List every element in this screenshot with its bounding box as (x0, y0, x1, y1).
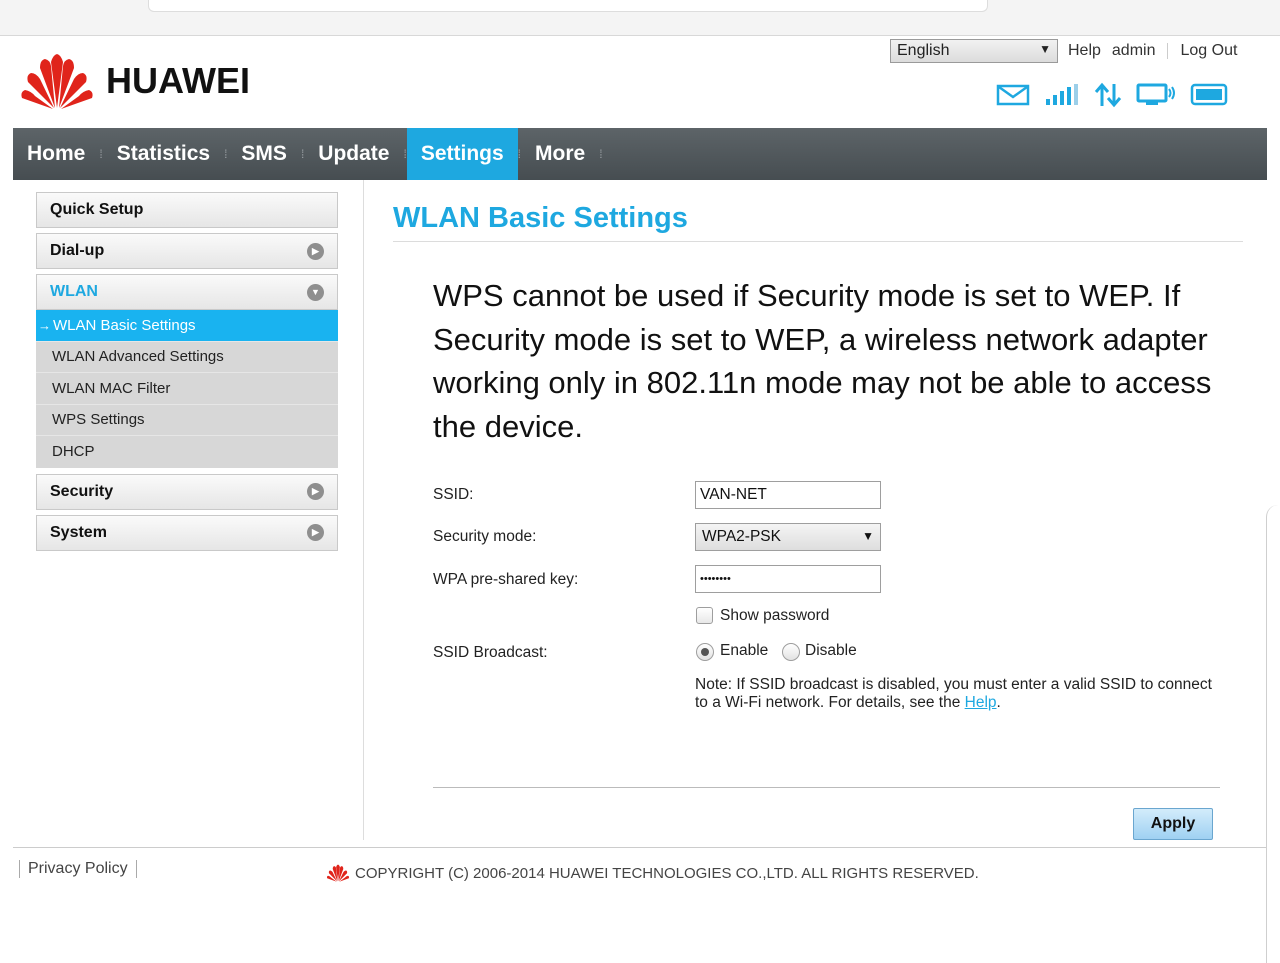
submenu-item-label: DHCP (52, 443, 95, 461)
nav-update[interactable]: Update (304, 128, 403, 180)
submenu-wlan-basic-settings[interactable]: → WLAN Basic Settings (36, 310, 338, 342)
connected-device-icon (1136, 83, 1175, 105)
header: HUAWEI English ▼ Help admin Log Out (0, 36, 1280, 128)
dropdown-arrow-icon: ▼ (862, 529, 874, 543)
security-mode-label: Security mode: (433, 528, 537, 545)
submenu-wlan-advanced-settings[interactable]: WLAN Advanced Settings (36, 342, 338, 373)
wpa-key-label: WPA pre-shared key: (433, 571, 579, 588)
message-icon[interactable] (996, 83, 1030, 107)
title-divider (393, 241, 1243, 242)
sidebar-dialup[interactable]: Dial-up ▶ (36, 233, 338, 269)
submenu-item-label: WLAN MAC Filter (52, 379, 171, 397)
submenu-dhcp[interactable]: DHCP (36, 436, 338, 468)
footer-copyright: COPYRIGHT (C) 2006-2014 HUAWEI TECHNOLOG… (326, 864, 979, 882)
nav-more[interactable]: More (521, 128, 599, 180)
ssid-broadcast-note: Note: If SSID broadcast is disabled, you… (695, 676, 1215, 712)
submenu-item-label: WPS Settings (52, 411, 145, 429)
footer-separator (19, 860, 20, 878)
main-content: WLAN Basic Settings WPS cannot be used i… (393, 192, 1243, 840)
huawei-logo[interactable]: HUAWEI (20, 52, 250, 110)
data-transfer-icon (1094, 82, 1122, 108)
battery-icon (1190, 83, 1228, 106)
submenu-wps-settings[interactable]: WPS Settings (36, 405, 338, 436)
browser-chrome (0, 0, 1280, 36)
note-end: . (996, 694, 1001, 711)
ssid-broadcast-label: SSID Broadcast: (433, 644, 548, 661)
submenu-wlan-mac-filter[interactable]: WLAN MAC Filter (36, 373, 338, 405)
ssid-broadcast-disable-radio[interactable] (782, 643, 800, 661)
expand-right-icon: ▶ (307, 242, 324, 260)
wpa-key-input[interactable]: •••••••• (695, 565, 881, 593)
page-title: WLAN Basic Settings (393, 202, 688, 234)
huawei-small-logo-icon (326, 864, 350, 882)
expand-right-icon: ▶ (307, 483, 324, 500)
language-value: English (897, 42, 950, 59)
brand-name: HUAWEI (106, 60, 250, 101)
expand-right-icon: ▶ (307, 524, 324, 541)
status-icons (996, 82, 1244, 108)
logout-link[interactable]: Log Out (1180, 42, 1237, 60)
nav-settings[interactable]: Settings (406, 128, 518, 180)
footer-divider (13, 847, 1267, 848)
apply-button[interactable]: Apply (1133, 808, 1213, 840)
nav-statistics[interactable]: Statistics (103, 128, 224, 180)
show-password-checkbox[interactable] (696, 607, 713, 624)
ssid-label: SSID: (433, 486, 474, 503)
sidebar-item-label: System (50, 523, 107, 541)
sidebar-wlan[interactable]: WLAN ▼ (36, 274, 338, 310)
wps-warning: WPS cannot be used if Security mode is s… (433, 278, 1212, 444)
sidebar-item-label: Security (50, 482, 114, 500)
page-edge (1266, 505, 1280, 963)
ssid-input[interactable]: VAN-NET (695, 481, 881, 509)
language-select[interactable]: English ▼ (890, 39, 1058, 63)
sidebar-item-label: WLAN (50, 283, 98, 300)
show-password-label: Show password (720, 607, 830, 624)
sidebar-security[interactable]: Security ▶ (36, 473, 338, 510)
disable-label: Disable (805, 642, 857, 659)
form-divider (433, 787, 1220, 788)
help-link[interactable]: Help (1068, 42, 1101, 60)
sidebar-system[interactable]: System ▶ (36, 514, 338, 551)
footer-privacy: Privacy Policy (19, 860, 145, 878)
wlan-submenu: → WLAN Basic Settings WLAN Advanced Sett… (36, 310, 338, 468)
privacy-policy-link[interactable]: Privacy Policy (28, 860, 128, 878)
dropdown-arrow-icon: ▼ (1039, 42, 1051, 56)
copyright-text: COPYRIGHT (C) 2006-2014 HUAWEI TECHNOLOG… (355, 864, 979, 882)
browser-address-bar[interactable] (148, 0, 988, 12)
footer-separator (135, 860, 137, 878)
enable-label: Enable (720, 642, 769, 659)
security-mode-select[interactable]: WPA2-PSK ▼ (695, 523, 881, 551)
collapse-down-icon: ▼ (307, 283, 324, 301)
huawei-flower-icon (21, 54, 93, 109)
ssid-broadcast-enable-radio[interactable] (696, 643, 714, 661)
nav-separator: ⁞ (599, 147, 603, 161)
submenu-item-label: WLAN Basic Settings (53, 316, 196, 334)
submenu-item-label: WLAN Advanced Settings (52, 348, 224, 366)
sidebar-quick-setup[interactable]: Quick Setup (36, 192, 338, 228)
help-note-link[interactable]: Help (965, 694, 997, 711)
sidebar-item-label: Dial-up (50, 242, 105, 259)
content-divider (363, 180, 364, 840)
sidebar: Quick Setup Dial-up ▶ WLAN ▼ → WLAN Basi… (36, 192, 338, 556)
link-separator (1167, 43, 1169, 59)
main-nav: Home ⁞ Statistics ⁞ SMS ⁞ Update ⁞ Setti… (13, 128, 1267, 180)
sidebar-item-label: Quick Setup (50, 201, 144, 218)
nav-sms[interactable]: SMS (227, 128, 301, 180)
note-text: Note: If SSID broadcast is disabled, you… (695, 676, 1212, 711)
admin-user: admin (1111, 42, 1156, 59)
top-links: Help admin Log Out (1068, 42, 1237, 60)
arrow-right-icon: → (38, 317, 51, 333)
signal-strength-icon (1046, 84, 1078, 105)
nav-home[interactable]: Home (13, 128, 99, 180)
security-mode-value: WPA2-PSK (702, 528, 781, 545)
